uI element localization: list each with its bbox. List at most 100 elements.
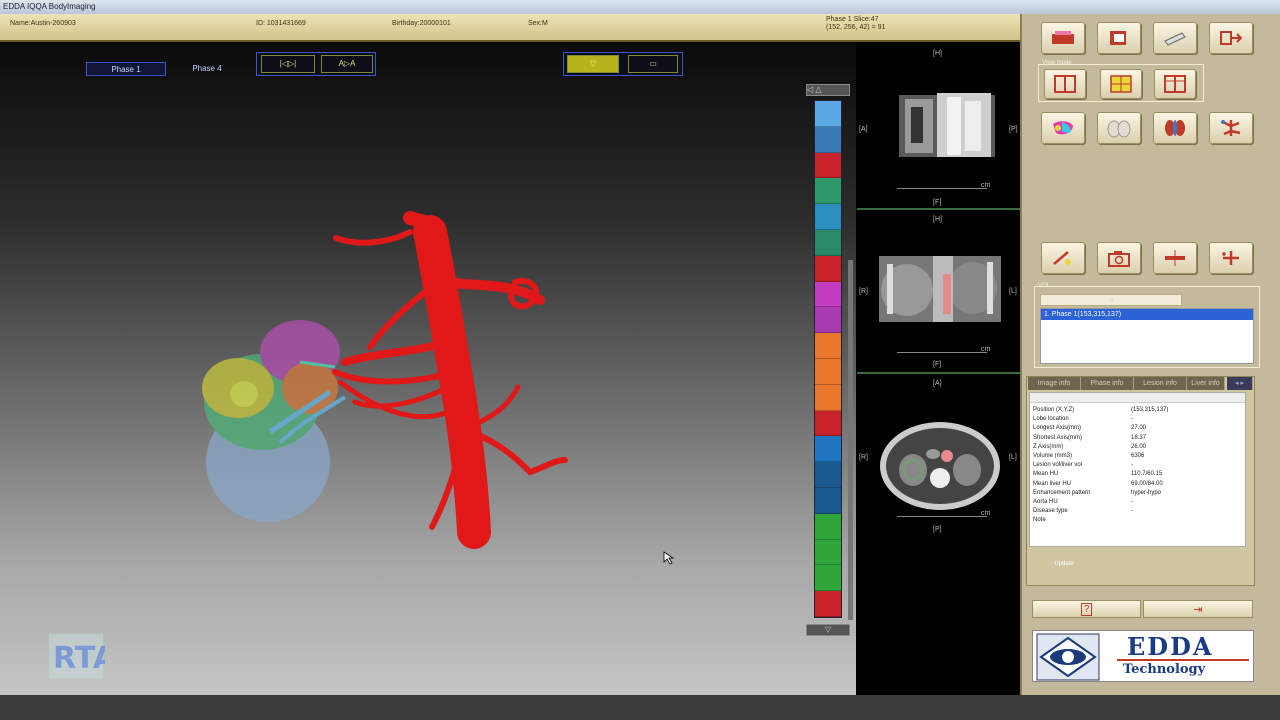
- segment-color-swatch[interactable]: [815, 591, 841, 617]
- aorta-model: [332, 211, 568, 549]
- info-row-key: Aorta HU: [1033, 499, 1058, 505]
- view-mode-single-button[interactable]: [1044, 69, 1086, 99]
- segment-color-swatch[interactable]: [815, 101, 841, 127]
- layout-quad-icon: [1110, 75, 1132, 93]
- tab-image-info[interactable]: Image info: [1028, 377, 1081, 390]
- view-mode-label: View mode: [1042, 60, 1072, 66]
- segment-color-swatch[interactable]: [815, 358, 841, 385]
- segment-color-swatch[interactable]: [815, 436, 841, 463]
- rta-logo-icon: RTA: [48, 633, 105, 679]
- strip-scroll-down-button[interactable]: ▽: [806, 624, 850, 636]
- info-row-value: 26.00: [1131, 443, 1147, 450]
- layout-split-icon: [1164, 75, 1186, 93]
- segment-color-swatch[interactable]: [815, 229, 841, 256]
- app-window: EDDA IQQA BodyImaging Name:Austin-260903…: [0, 0, 1280, 720]
- segment-color-strip[interactable]: [814, 100, 842, 618]
- segment-color-swatch[interactable]: [815, 539, 841, 566]
- open-study-button[interactable]: [1041, 22, 1085, 54]
- segment-color-swatch[interactable]: [815, 126, 841, 153]
- tab-scroll-arrows[interactable]: ◂ ▸: [1227, 377, 1253, 390]
- liver-segments-icon: [1053, 121, 1073, 135]
- plus-icon: [1222, 251, 1239, 265]
- 3d-viewport[interactable]: Phase 1 Phase 4 |◁▷| A▷A ▽ ▭ RTA: [0, 42, 856, 695]
- segment-color-swatch[interactable]: [815, 307, 841, 334]
- help-button[interactable]: ?: [1032, 600, 1141, 618]
- kidney-button[interactable]: [1153, 112, 1197, 144]
- snapshot-button[interactable]: [1097, 242, 1141, 274]
- segment-color-swatch[interactable]: [815, 410, 841, 437]
- tab-liver-info[interactable]: Liver info: [1187, 377, 1225, 390]
- view-mode-split-button[interactable]: [1154, 69, 1196, 99]
- info-row: Aorta HU -: [1033, 499, 1133, 505]
- info-row: Shortest Axis(mm) 18.37: [1033, 435, 1146, 441]
- strip-scroll-up-button[interactable]: ◁ △: [806, 84, 850, 96]
- voi-list-item[interactable]: 1. Phase 1(153,315,137): [1041, 309, 1253, 320]
- axial-slice-view[interactable]: [877, 414, 1003, 514]
- axial-label-bottom: [P]: [933, 526, 942, 533]
- segment-color-swatch[interactable]: [815, 255, 841, 282]
- segment-color-swatch[interactable]: [815, 487, 841, 514]
- edit-lesion-button[interactable]: [1041, 242, 1085, 274]
- vessel-button[interactable]: [1209, 112, 1253, 144]
- info-row: Note: [1033, 517, 1046, 523]
- info-row: Volume (mm3) 6306: [1033, 453, 1144, 459]
- pen-paper-icon: [1164, 32, 1186, 46]
- segment-color-swatch[interactable]: [815, 565, 841, 592]
- segment-color-swatch[interactable]: [815, 178, 841, 205]
- update-button[interactable]: Update: [1044, 558, 1084, 571]
- segment-color-swatch[interactable]: [815, 204, 841, 230]
- lesion-info-table: Position (X,Y,Z) (153,315,137) Lobe locati…: [1029, 392, 1246, 547]
- segment-color-swatch[interactable]: [815, 513, 841, 540]
- segment-color-swatch[interactable]: [815, 333, 841, 359]
- info-row: Lobe location -: [1033, 416, 1133, 423]
- status-bar: [0, 695, 1280, 720]
- segment-color-swatch[interactable]: [815, 462, 841, 488]
- coronal-slice-view[interactable]: [877, 252, 1003, 328]
- edda-eye-logo-icon: [1036, 633, 1100, 681]
- info-row-key: Mean liver HU: [1033, 480, 1072, 487]
- info-row: Enhancement pattern hyper-hypo: [1033, 490, 1161, 496]
- voi-list[interactable]: 1. Phase 1(153,315,137): [1040, 308, 1254, 364]
- patient-name: Name:Austin-260903: [10, 20, 76, 27]
- lesion-highlight: [230, 381, 258, 407]
- info-row-value: 18.37: [1131, 434, 1147, 441]
- report-button[interactable]: [1153, 22, 1197, 54]
- edda-technology-logo: EDDA Technology: [1032, 630, 1254, 682]
- mpr-separator: [857, 208, 1020, 210]
- export-button[interactable]: [1209, 22, 1253, 54]
- load-series-button[interactable]: [1097, 22, 1141, 54]
- exit-icon: ⇥: [1193, 603, 1203, 616]
- info-row: Z Axis(mm) 26.00: [1033, 444, 1146, 450]
- axial-label-top: [A]: [933, 380, 942, 387]
- phase-slice-text: Phase 1 Slice:47: [826, 16, 879, 23]
- lung-button[interactable]: [1097, 112, 1141, 144]
- info-row-key: Lobe location: [1033, 416, 1069, 423]
- mouse-pointer-icon: [663, 551, 675, 565]
- segmentation-button[interactable]: [1041, 112, 1085, 144]
- 3d-render-scene[interactable]: [0, 42, 856, 695]
- info-row-value: -: [1131, 499, 1133, 505]
- info-row: Disease type -: [1033, 508, 1133, 514]
- add-button[interactable]: [1209, 242, 1253, 274]
- segment-color-swatch[interactable]: [815, 152, 841, 179]
- sagittal-scale-bar: [897, 188, 987, 189]
- info-row-key: Note: [1033, 517, 1046, 524]
- minus-icon: [1165, 250, 1185, 266]
- voi-selector[interactable]: ⌂: [1040, 294, 1182, 306]
- tab-lesion-info[interactable]: Lesion info: [1134, 377, 1187, 390]
- coronal-scale-bar: [897, 352, 987, 353]
- tab-phase-info[interactable]: Phase info: [1081, 377, 1134, 390]
- view-mode-quad-button[interactable]: [1100, 69, 1142, 99]
- info-row-value: -: [1131, 508, 1133, 515]
- segment-color-swatch[interactable]: [815, 281, 841, 308]
- delete-button[interactable]: [1153, 242, 1197, 274]
- edda-wordmark: EDDA: [1127, 632, 1214, 661]
- technology-wordmark: Technology: [1123, 662, 1206, 677]
- sagittal-slice-view[interactable]: [897, 87, 997, 167]
- window-title: EDDA IQQA BodyImaging: [0, 0, 1280, 14]
- export-icon: [1220, 31, 1243, 45]
- segment-color-swatch[interactable]: [815, 384, 841, 411]
- sagittal-label-top: [H]: [933, 50, 942, 57]
- strip-scrollbar[interactable]: [848, 260, 853, 620]
- exit-button[interactable]: ⇥: [1143, 600, 1253, 618]
